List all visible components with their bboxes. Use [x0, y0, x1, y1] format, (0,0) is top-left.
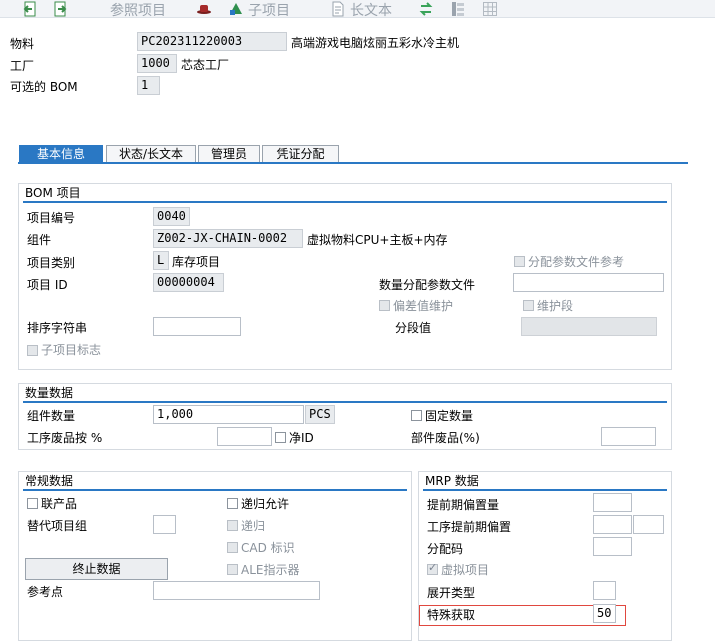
item-number-label: 项目编号 — [27, 211, 76, 225]
fixed-qty-checkbox[interactable] — [411, 410, 422, 421]
qty-profile-field[interactable] — [513, 273, 664, 292]
tab-basic-info[interactable]: 基本信息 — [19, 145, 103, 163]
lead-time-offset-label: 提前期偏置量 — [427, 498, 500, 512]
structure-icon[interactable] — [450, 1, 466, 17]
reference-point-label: 参考点 — [27, 585, 64, 599]
special-procurement-label: 特殊获取 — [427, 608, 476, 622]
net-id-label: 净ID — [289, 431, 314, 445]
bom-item-group-title: BOM 项目 — [25, 186, 81, 200]
coproduct-checkbox[interactable] — [27, 498, 38, 509]
cad-indicator-label: CAD 标识 — [241, 541, 295, 555]
special-procurement-field[interactable]: 50 — [593, 604, 616, 623]
component-field[interactable]: Z002-JX-CHAIN-0002 — [153, 229, 303, 248]
sort-string-field[interactable] — [153, 317, 241, 336]
long-text-button[interactable]: 长文本 — [350, 0, 392, 20]
general-data-group-title: 常规数据 — [25, 474, 74, 488]
component-scrap-field[interactable] — [601, 427, 656, 446]
unit-field[interactable]: PCS — [305, 405, 335, 424]
operation-lead-time-unit-field[interactable] — [633, 515, 664, 534]
alternative-bom-field[interactable]: 1 — [137, 76, 160, 95]
operation-scrap-label: 工序废品按 % — [27, 431, 103, 445]
operation-lead-time-label: 工序提前期偏置 — [427, 520, 512, 534]
net-id-checkbox[interactable] — [275, 432, 286, 443]
recursive-allowed-label: 递归允许 — [241, 497, 290, 511]
class-ref-checkbox[interactable] — [514, 256, 525, 267]
plant-label: 工厂 — [10, 59, 35, 73]
document-icon[interactable] — [330, 1, 346, 17]
item-number-field[interactable]: 0040 — [153, 207, 190, 226]
material-field[interactable]: PC202311220003 — [137, 32, 287, 51]
distribution-key-label: 分配码 — [427, 542, 464, 556]
ale-indicator-checkbox[interactable] — [227, 564, 238, 575]
recursion-label: 递归 — [241, 519, 266, 533]
reference-point-field[interactable] — [153, 581, 320, 600]
tab-status-longtext[interactable]: 状态/长文本 — [106, 145, 196, 163]
item-category-label: 项目类别 — [27, 256, 76, 270]
item-category-field[interactable]: L — [153, 251, 169, 270]
recursive-allowed-checkbox[interactable] — [227, 498, 238, 509]
quantity-data-group-title: 数量数据 — [25, 386, 74, 400]
mrp-data-group-title: MRP 数据 — [425, 474, 479, 488]
sub-item-button[interactable]: 子项目 — [248, 0, 290, 20]
operation-scrap-field[interactable] — [217, 427, 272, 446]
tab-administration[interactable]: 管理员 — [198, 145, 260, 163]
alt-item-group-field[interactable] — [153, 515, 176, 534]
lead-time-offset-field[interactable] — [593, 493, 632, 512]
tab-document-assignment[interactable]: 凭证分配 — [262, 145, 339, 163]
phantom-item-label: 虚拟项目 — [441, 563, 490, 577]
reference-item-button[interactable]: 参照项目 — [110, 0, 166, 20]
component-description: 虚拟物料CPU+主板+内存 — [307, 233, 448, 247]
material-description: 高端游戏电脑炫丽五彩水冷主机 — [291, 36, 460, 50]
group-rule — [423, 489, 667, 491]
alt-item-group-label: 替代项目组 — [27, 519, 88, 533]
plant-description: 芯态工厂 — [181, 58, 230, 72]
general-data-group: 常规数据 — [18, 471, 412, 641]
distribution-key-field[interactable] — [593, 537, 632, 556]
sub-item-checkbox[interactable] — [27, 345, 38, 356]
explosion-type-field[interactable] — [593, 581, 616, 600]
group-rule — [23, 401, 667, 403]
application-toolbar: 参照项目 子项目 长文本 — [0, 0, 715, 20]
item-id-field[interactable]: 00000004 — [153, 273, 224, 292]
qty-profile-label: 数量分配参数文件 — [379, 278, 476, 292]
ale-indicator-label: ALE指示器 — [241, 563, 300, 577]
tab-strip-rule — [18, 162, 688, 164]
sub-item-label: 子项目标志 — [41, 343, 102, 357]
component-scrap-label: 部件废品(%) — [411, 431, 480, 445]
maintain-section-checkbox[interactable] — [523, 300, 534, 311]
item-id-label: 项目 ID — [27, 278, 68, 292]
end-data-button[interactable]: 终止数据 — [25, 558, 168, 580]
grid-icon[interactable] — [482, 1, 498, 17]
class-ref-label: 分配参数文件参考 — [528, 255, 625, 269]
recursion-checkbox[interactable] — [227, 520, 238, 531]
operation-lead-time-field[interactable] — [593, 515, 632, 534]
material-label: 物料 — [10, 37, 35, 51]
sort-string-label: 排序字符串 — [27, 321, 88, 335]
component-qty-label: 组件数量 — [27, 409, 76, 423]
group-rule — [23, 201, 667, 203]
cad-indicator-checkbox[interactable] — [227, 542, 238, 553]
forward-arrow-icon[interactable] — [52, 1, 68, 17]
coproduct-label: 联产品 — [41, 497, 78, 511]
component-qty-field[interactable]: 1,000 — [153, 405, 304, 424]
back-arrow-icon[interactable] — [22, 1, 38, 17]
section-value-field[interactable] — [521, 317, 657, 336]
section-value-label: 分段值 — [395, 321, 432, 335]
refresh-icon[interactable] — [418, 1, 434, 17]
plant-field[interactable]: 1000 — [137, 54, 177, 73]
alternative-bom-label: 可选的 BOM — [10, 80, 78, 94]
tree-icon[interactable] — [228, 1, 244, 17]
phantom-item-checkbox[interactable] — [427, 561, 438, 575]
item-category-description: 库存项目 — [172, 255, 221, 269]
hat-icon[interactable] — [196, 1, 212, 17]
maintain-section-label: 维护段 — [537, 299, 574, 313]
explosion-type-label: 展开类型 — [427, 586, 476, 600]
deviation-label: 偏差值维护 — [393, 299, 454, 313]
fixed-qty-label: 固定数量 — [425, 409, 474, 423]
component-label: 组件 — [27, 233, 52, 247]
group-rule — [23, 489, 407, 491]
deviation-checkbox[interactable] — [379, 300, 390, 311]
quantity-data-group: 数量数据 — [18, 383, 672, 450]
